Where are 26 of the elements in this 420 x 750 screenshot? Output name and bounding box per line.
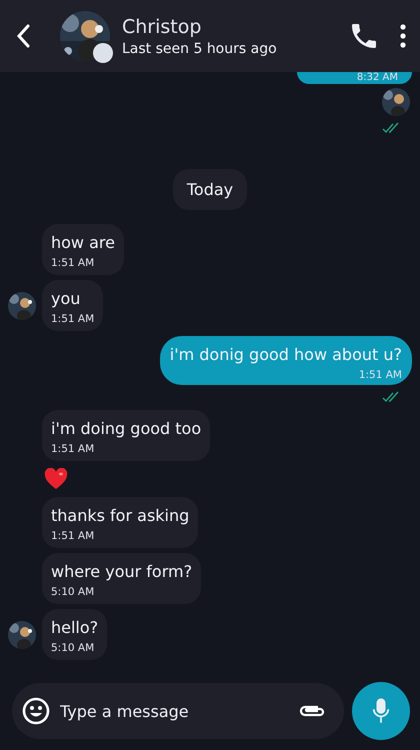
message-text: where your form?	[51, 561, 192, 583]
paperclip-icon[interactable]	[298, 703, 326, 719]
message-text: hello?	[51, 617, 98, 639]
more-icon[interactable]	[400, 24, 406, 48]
message-text: thanks for asking	[51, 505, 190, 527]
message-text: you	[51, 288, 82, 310]
message-text: i'm doing good too	[51, 418, 202, 440]
heart-icon	[44, 468, 68, 490]
contact-name: Christop	[122, 16, 202, 38]
message-time: 1:51 AM	[51, 313, 94, 325]
message-input[interactable]: Type a message	[58, 700, 290, 722]
message-text: how are	[51, 232, 115, 254]
message-field[interactable]: Type a message	[12, 683, 344, 739]
message-time: 8:32 AM	[356, 72, 398, 83]
message-time: 1:51 AM	[51, 530, 96, 542]
message-time: 1:51 AM	[358, 369, 402, 381]
message-time: 1:51 AM	[51, 257, 96, 269]
message-time: 1:51 AM	[51, 443, 96, 455]
message-time: 5:10 AM	[51, 642, 96, 654]
back-icon[interactable]	[16, 24, 30, 48]
date-separator: Today	[172, 169, 248, 210]
emoji-icon[interactable]	[22, 697, 50, 725]
message-time: 5:10 AM	[51, 586, 96, 598]
last-seen: Last seen 5 hours ago	[122, 40, 278, 56]
microphone-icon	[372, 697, 390, 725]
message-text: i'm donig good how about u?	[170, 344, 402, 366]
